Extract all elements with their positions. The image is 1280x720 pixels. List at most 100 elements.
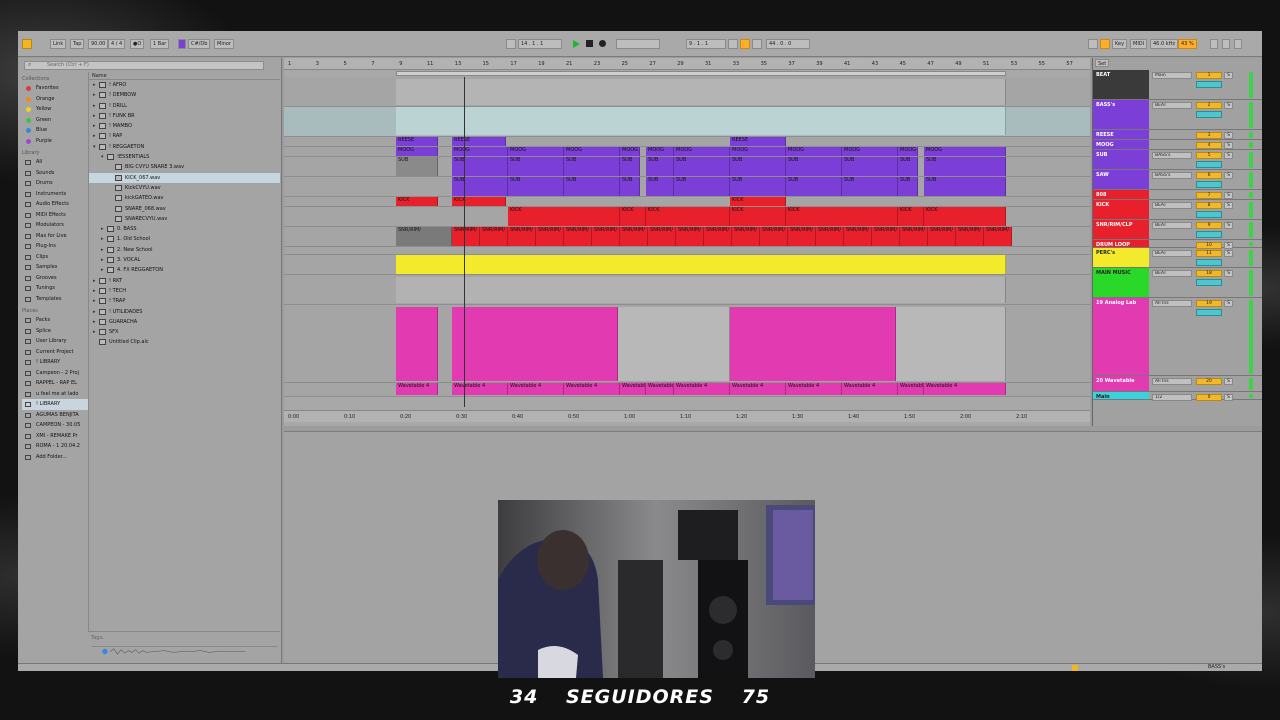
wavetable-clip[interactable]: Wavetable 4 — [620, 383, 646, 395]
collection-item[interactable]: Blue — [22, 125, 88, 136]
file-row[interactable]: ▸ SFX — [89, 327, 280, 337]
moog-clip[interactable]: MOOG — [842, 147, 898, 156]
follow-button[interactable] — [506, 39, 516, 49]
snr-clip[interactable]: SNR/RIM/ — [816, 227, 844, 246]
saw-clip[interactable]: SUB — [452, 177, 508, 196]
clip-808[interactable]: KICK — [396, 197, 438, 206]
output-routing-select[interactable]: All Ins — [1152, 378, 1192, 385]
collection-item[interactable]: Yellow — [22, 104, 88, 115]
clip-808[interactable]: KICK — [452, 197, 506, 206]
moog-clip[interactable]: MOOG — [898, 147, 918, 156]
bar-ruler[interactable]: 1 3 5 7 9 11 13 15 17 19 21 23 25 27 29 31 33 35 37 39 41 43 4… — [284, 58, 1090, 70]
library-item[interactable]: Plug-Ins — [22, 241, 88, 252]
key-select[interactable]: C#/Db — [188, 39, 211, 49]
output-routing-select[interactable]: All Ins — [1152, 300, 1192, 307]
loop-brace[interactable] — [396, 71, 1006, 76]
file-row[interactable]: ▸ ! UTILIDADES — [89, 307, 280, 317]
file-row[interactable]: ▸ 2. New School — [89, 245, 280, 255]
kick-clip[interactable]: KICK — [508, 207, 620, 226]
library-item[interactable]: MIDI Effects — [22, 210, 88, 221]
snr-clip[interactable]: SNR/RIM/ — [676, 227, 704, 246]
menu-icon[interactable] — [1234, 39, 1242, 49]
file-row[interactable]: ▸ ! MAMBO — [89, 121, 280, 131]
stop-icon[interactable] — [586, 40, 593, 47]
solo-button[interactable]: S — [1224, 222, 1233, 229]
quantize-select[interactable]: 1 Bar — [150, 39, 170, 49]
kick-clip[interactable]: KICK — [646, 207, 730, 226]
library-item[interactable]: Tunings — [22, 283, 88, 294]
snr-clip[interactable]: SNR/RIM/ — [536, 227, 564, 246]
track-header[interactable]: 20 Wavetable All Ins 20 S — [1093, 376, 1262, 392]
track-header[interactable]: SAW BASS's 6 S — [1093, 170, 1262, 190]
file-row[interactable]: ▸ ! TRAP — [89, 296, 280, 306]
chevron-right-icon[interactable]: ▸ — [93, 80, 96, 90]
track-header[interactable]: PERC's BEAT 11 S — [1093, 248, 1262, 268]
saw-clip[interactable]: SUB — [786, 177, 842, 196]
places-item[interactable]: XMI - REMAKE Pr — [22, 431, 88, 442]
scale-mode-icon[interactable] — [178, 39, 186, 49]
track-activator-button[interactable]: 9 — [1196, 222, 1222, 229]
volume-slider[interactable] — [1196, 111, 1222, 118]
library-item[interactable]: Max for Live — [22, 231, 88, 242]
chevron-right-icon[interactable]: ▸ — [93, 317, 96, 327]
snr-clip[interactable]: SNR/RIM/ — [760, 227, 788, 246]
sub-clip[interactable]: SUB — [646, 157, 674, 176]
track-activator-button[interactable]: 1 — [1196, 72, 1222, 79]
name-column-header[interactable]: Name — [89, 72, 280, 80]
track-header[interactable]: REESE 3 S — [1093, 130, 1262, 140]
file-row[interactable]: ▸ 1. Old School — [89, 234, 280, 244]
sub-clip[interactable]: SUB — [786, 157, 842, 176]
file-row[interactable]: KickCVYU.wav — [89, 183, 280, 193]
track-name[interactable]: 20 Wavetable — [1093, 376, 1149, 391]
chevron-right-icon[interactable]: ▸ — [101, 265, 104, 275]
library-item[interactable]: Drums — [22, 178, 88, 189]
places-item[interactable]: Campeon - 2 Proj — [22, 368, 88, 379]
play-icon[interactable] — [573, 40, 580, 48]
analog-lab-clip[interactable] — [396, 307, 438, 381]
track-header[interactable]: BASS's BEAT 2 S — [1093, 100, 1262, 130]
solo-button[interactable]: S — [1224, 152, 1233, 159]
file-row[interactable]: ▾ !ESSENTIALS — [89, 152, 280, 162]
volume-slider[interactable] — [1196, 181, 1222, 188]
file-row[interactable]: ▸ 3. VOCAL — [89, 255, 280, 265]
solo-button[interactable]: S — [1224, 102, 1233, 109]
volume-slider[interactable] — [1196, 259, 1222, 266]
track-header[interactable]: KICK BEAT 8 S — [1093, 200, 1262, 220]
library-item[interactable]: Instruments — [22, 189, 88, 200]
solo-button[interactable]: S — [1224, 250, 1233, 257]
file-row[interactable]: ▸ 0. BASS — [89, 224, 280, 234]
track-name[interactable]: MAIN MUSIC — [1093, 268, 1149, 297]
key-map-icon[interactable] — [1100, 39, 1110, 49]
moog-clip[interactable]: MOOG — [564, 147, 620, 156]
output-routing-select[interactable]: BEAT — [1152, 250, 1192, 257]
snr-clip[interactable]: SNR/RIM/ — [872, 227, 900, 246]
clip-808[interactable]: KICK — [730, 197, 786, 206]
chevron-right-icon[interactable]: ▸ — [93, 121, 96, 131]
file-row[interactable]: ▸ ! TECH — [89, 286, 280, 296]
places-item[interactable]: AGUMAS BENJITA — [22, 410, 88, 421]
punch-in-button[interactable] — [752, 39, 762, 49]
output-routing-select[interactable]: BASS's — [1152, 152, 1192, 159]
draw-mode-button[interactable] — [728, 39, 738, 49]
file-row[interactable]: ▾ ! REGGAETON — [89, 142, 280, 152]
chevron-right-icon[interactable]: ▸ — [101, 245, 104, 255]
track-name[interactable]: KICK — [1093, 200, 1149, 219]
snr-clip[interactable]: SNR/RIM/ — [956, 227, 984, 246]
track-activator-button[interactable]: 4 — [1196, 142, 1222, 149]
file-row[interactable]: SNARECVYU.wav — [89, 214, 280, 224]
waveform-preview[interactable] — [92, 646, 278, 656]
kick-clip[interactable]: KICK — [786, 207, 898, 226]
places-item[interactable]: CAMPEON - 30.05 — [22, 420, 88, 431]
wavetable-clip[interactable]: Wavetable 4 — [842, 383, 898, 395]
places-item[interactable]: Packs — [22, 315, 88, 326]
track-activator-button[interactable]: 11 — [1196, 250, 1222, 257]
saw-clip[interactable]: SUB — [508, 177, 564, 196]
metronome-button[interactable]: ●O — [130, 39, 145, 49]
loop-start-field[interactable]: 9 . 1 . 1 — [686, 39, 726, 49]
solo-button[interactable]: S — [1224, 394, 1233, 401]
loop-length-field[interactable]: 44 . 0 . 0 — [766, 39, 810, 49]
places-item[interactable]: RAPPEL - RAP EL — [22, 378, 88, 389]
chevron-right-icon[interactable]: ▸ — [93, 101, 96, 111]
reese-clip[interactable]: REESE — [452, 137, 506, 146]
track-activator-button[interactable]: 3 — [1196, 132, 1222, 139]
